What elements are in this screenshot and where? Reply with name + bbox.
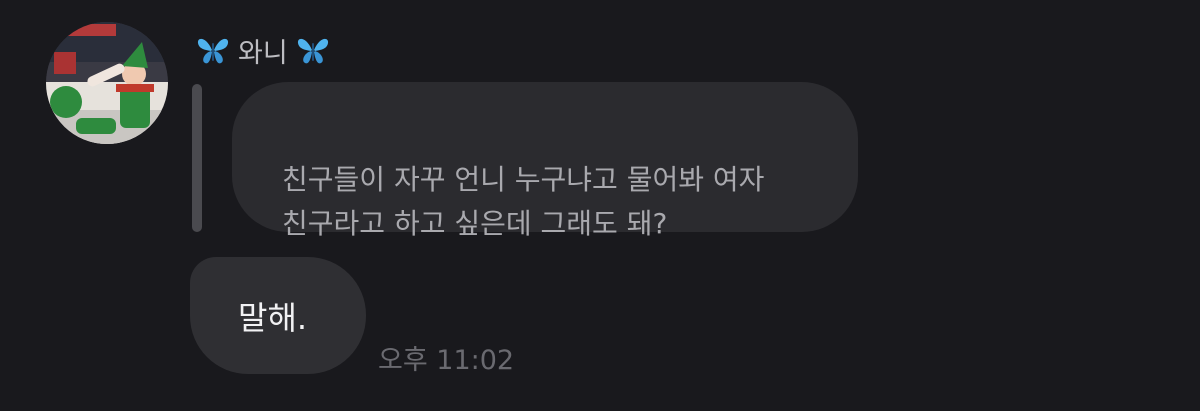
quoted-message-text: 친구들이 자꾸 언니 누구냐고 물어봐 여자 친구라고 하고 싶은데 그래도 돼… bbox=[282, 163, 765, 240]
sender-avatar[interactable] bbox=[46, 22, 168, 144]
quoted-message-bubble[interactable]: 친구들이 자꾸 언니 누구냐고 물어봐 여자 친구라고 하고 싶은데 그래도 돼… bbox=[232, 82, 858, 240]
reply-quote-bar bbox=[192, 84, 202, 232]
chat-thread: 와니 친구들이 자꾸 언니 누구냐고 물어봐 여자 친구라고 하고 싶은데 그래… bbox=[0, 0, 1200, 411]
avatar-photo bbox=[46, 22, 168, 144]
sender-name: 와니 bbox=[238, 37, 288, 69]
sender-header: 와니 bbox=[196, 30, 330, 70]
message-timestamp: 오후 11:02 bbox=[378, 345, 515, 376]
reply-message-text: 말해. bbox=[238, 298, 308, 337]
butterfly-icon bbox=[296, 33, 330, 67]
reply-message-bubble[interactable]: 말해. bbox=[190, 257, 366, 374]
butterfly-icon bbox=[196, 33, 230, 67]
